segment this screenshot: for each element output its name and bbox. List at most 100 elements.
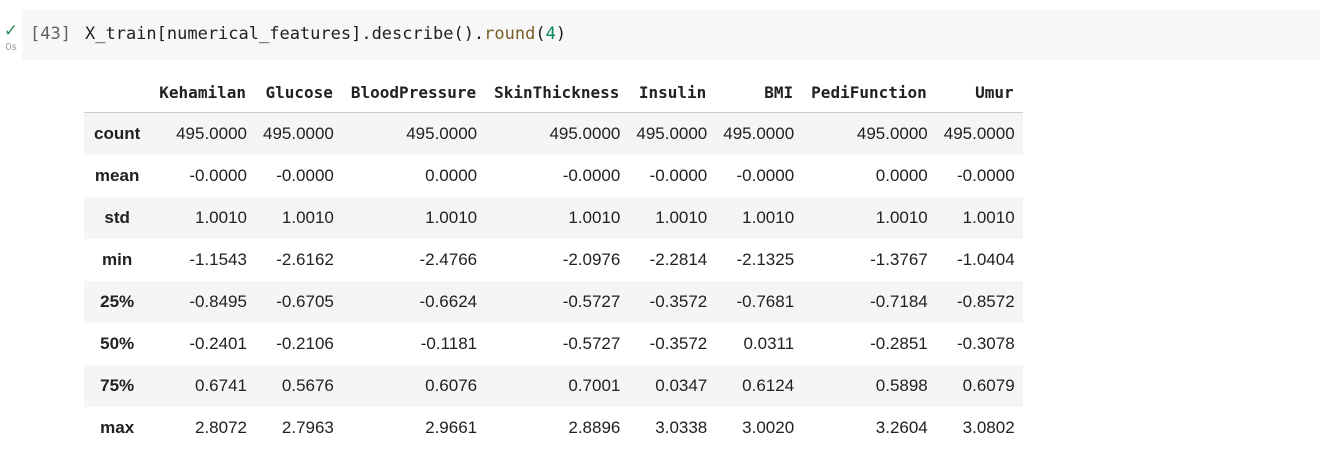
table-cell: 0.0000 xyxy=(875,166,928,185)
table-cell: -1.1543 xyxy=(189,250,247,269)
table-cell: 1.0010 xyxy=(254,197,342,239)
table-cell: -0.2401 xyxy=(189,334,247,353)
table-cell: 0.6124 xyxy=(715,365,803,407)
table-cell: -0.3572 xyxy=(628,281,716,323)
table-cell: 1.0010 xyxy=(150,197,255,239)
table-cell: -0.7184 xyxy=(802,281,936,323)
table-row: 25% -0.8495 -0.6705 -0.6624 -0.5727 -0.3572 -0… xyxy=(84,281,1023,323)
table-cell: -0.1181 xyxy=(420,334,478,353)
table-cell: 0.0311 xyxy=(743,334,795,353)
table-row: min -1.1543 -2.6162 -2.4766 -2.0976 -2.2814 -2… xyxy=(84,239,1023,281)
table-cell: 1.0010 xyxy=(485,197,629,239)
table-cell: 495.0000 xyxy=(485,112,629,155)
table-cell: 0.6079 xyxy=(935,365,1023,407)
code-close-paren: ) xyxy=(555,24,567,44)
table-cell: -2.4766 xyxy=(419,250,478,269)
table-row: max 2.8072 2.7963 2.9661 2.8896 3.0338 3.0020 3… xyxy=(84,407,1023,449)
table-cell: 3.0802 xyxy=(962,418,1015,437)
code-method: round xyxy=(484,24,536,44)
column-header: Kehamilan xyxy=(150,72,255,113)
table-cell: 3.0020 xyxy=(742,418,795,437)
code-cell[interactable]: [43] X_train[numerical_features].describ… xyxy=(22,10,1320,60)
column-header: BloodPressure xyxy=(341,72,486,113)
row-label: 75% xyxy=(84,365,151,407)
table-cell: -0.0000 xyxy=(189,166,247,185)
cell-status: ✓ 0s xyxy=(0,21,22,54)
table-row: 75% 0.6741 0.5676 0.6076 0.7001 0.0347 0.6124 0… xyxy=(84,365,1023,407)
table-cell: -2.2814 xyxy=(649,250,708,269)
column-header: BMI xyxy=(715,72,803,113)
table-cell: 1.0010 xyxy=(935,197,1023,239)
table-cell: 495.0000 xyxy=(715,112,803,155)
table-cell: -0.5727 xyxy=(562,334,621,353)
execution-time: 0s xyxy=(5,42,17,53)
code-prefix: X_train[numerical_features].describe(). xyxy=(85,24,485,44)
table-cell: -1.0404 xyxy=(957,250,1015,269)
table-cell: 0.0347 xyxy=(628,365,716,407)
table-cell: 2.7963 xyxy=(281,418,334,437)
table-cell: -0.3078 xyxy=(957,334,1015,353)
header-row: Kehamilan Glucose BloodPressure SkinThic… xyxy=(84,72,1023,113)
code-argument: 4 xyxy=(545,24,556,44)
table-cell: 495.0000 xyxy=(935,112,1023,155)
table-cell: 1.0010 xyxy=(628,197,716,239)
table-cell: -0.2106 xyxy=(276,334,334,353)
row-label: count xyxy=(84,112,151,155)
table-cell: 1.0010 xyxy=(802,197,936,239)
table-cell: -0.0000 xyxy=(649,166,708,185)
table-cell: -0.0000 xyxy=(276,166,334,185)
table-row: std 1.0010 1.0010 1.0010 1.0010 1.0010 1.0010 1… xyxy=(84,197,1023,239)
table-row: count 495.0000 495.0000 495.0000 495.0000 495… xyxy=(84,112,1023,155)
table-cell: 2.8896 xyxy=(568,418,621,437)
table-cell: 0.7001 xyxy=(485,365,629,407)
table-cell: 0.6076 xyxy=(341,365,486,407)
row-label: max xyxy=(100,418,135,437)
table-cell: -2.6162 xyxy=(276,250,334,269)
column-header: PediFunction xyxy=(802,72,936,113)
row-label: std xyxy=(84,197,151,239)
table-cell: 495.0000 xyxy=(254,112,342,155)
table-cell: -0.0000 xyxy=(736,166,795,185)
table-cell: 0.5898 xyxy=(802,365,936,407)
table-cell: -0.2851 xyxy=(870,334,928,353)
table-cell: 495.0000 xyxy=(802,112,936,155)
table-body: count 495.0000 495.0000 495.0000 495.0000 495… xyxy=(84,112,1023,450)
table-cell: 1.0010 xyxy=(715,197,803,239)
row-label: 25% xyxy=(84,281,151,323)
table-row: 50% -0.2401 -0.2106 -0.1181 -0.5727 -0.3572 0.… xyxy=(84,323,1023,365)
table-cell: -0.8572 xyxy=(935,281,1023,323)
table-cell: -0.0000 xyxy=(562,166,621,185)
table-cell: 2.9661 xyxy=(425,418,478,437)
table-cell: -0.8495 xyxy=(150,281,255,323)
table-cell: -0.3572 xyxy=(649,334,708,353)
code-editor[interactable]: X_train[numerical_features].describe().r… xyxy=(85,24,566,44)
table-cell: -1.3767 xyxy=(870,250,928,269)
describe-output-table: Kehamilan Glucose BloodPressure SkinThic… xyxy=(84,72,1023,449)
table-cell: 1.0010 xyxy=(341,197,486,239)
table-cell: -2.1325 xyxy=(736,250,795,269)
table-cell: 0.5676 xyxy=(254,365,342,407)
table-cell: 495.0000 xyxy=(341,112,486,155)
column-header: Glucose xyxy=(254,72,342,113)
table-cell: -0.7681 xyxy=(715,281,803,323)
table-cell: 2.8072 xyxy=(194,418,247,437)
table-cell: 3.2604 xyxy=(875,418,928,437)
table-cell: -2.0976 xyxy=(562,250,621,269)
table-row: mean -0.0000 -0.0000 0.0000 -0.0000 -0.0000 -0… xyxy=(84,155,1023,197)
column-header: SkinThickness xyxy=(485,72,629,113)
check-icon: ✓ xyxy=(3,21,19,40)
column-header: Umur xyxy=(935,72,1023,113)
table-cell: 495.0000 xyxy=(628,112,716,155)
row-label: 50% xyxy=(100,334,135,353)
row-label: min xyxy=(102,250,133,269)
index-header xyxy=(84,72,151,113)
table-cell: 0.0000 xyxy=(425,166,478,185)
table-cell: 0.6741 xyxy=(150,365,255,407)
row-label: mean xyxy=(94,166,140,185)
table-cell: 495.0000 xyxy=(150,112,255,155)
execution-count: [43] xyxy=(30,24,71,44)
column-header: Insulin xyxy=(628,72,716,113)
table-cell: 3.0338 xyxy=(655,418,708,437)
table-cell: -0.6705 xyxy=(254,281,342,323)
table-cell: -0.6624 xyxy=(341,281,486,323)
